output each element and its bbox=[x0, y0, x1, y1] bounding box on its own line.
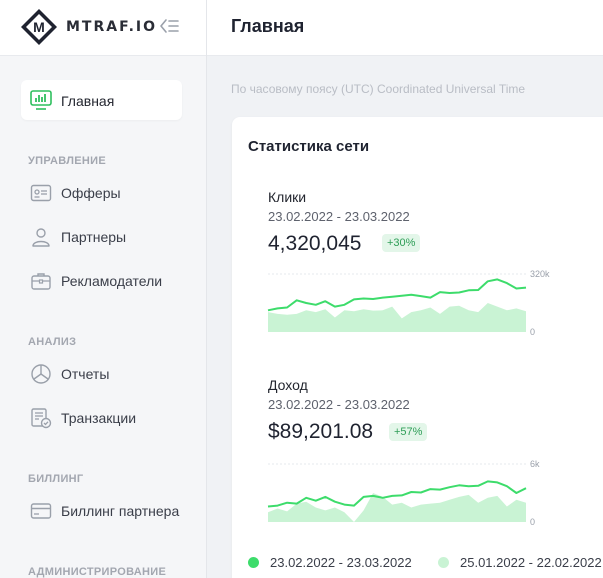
revenue-label: Доход bbox=[268, 377, 308, 393]
legend-label: 23.02.2022 - 23.03.2022 bbox=[270, 555, 412, 570]
section-title-billing: БИЛЛИНГ bbox=[28, 473, 84, 485]
sidebar-item-label: Партнеры bbox=[61, 229, 127, 245]
revenue-chart: 6k 0 bbox=[267, 459, 540, 527]
series-area-previous bbox=[268, 303, 526, 332]
brand-name: MTRAF.IO bbox=[66, 19, 158, 35]
sidebar-item-transactions[interactable]: Транзакции bbox=[21, 400, 193, 436]
user-icon bbox=[32, 228, 50, 247]
legend-dot-current bbox=[248, 557, 259, 568]
y-tick-max: 320k bbox=[530, 269, 550, 279]
sidebar-item-label: Транзакции bbox=[61, 410, 137, 426]
clicks-label: Клики bbox=[268, 189, 307, 205]
page-title: Главная bbox=[231, 16, 305, 36]
clicks-value: 4,320,045 bbox=[268, 232, 362, 255]
legend-item-previous[interactable]: 25.01.2022 - 22.02.2022 bbox=[438, 555, 602, 570]
y-tick-min: 0 bbox=[530, 327, 535, 337]
sidebar: M MTRAF.IO Главная УПРАВЛЕНИЕ Офферы Пар… bbox=[0, 0, 207, 578]
svg-text:M: M bbox=[33, 19, 45, 35]
sidebar-item-partners[interactable]: Партнеры bbox=[21, 219, 193, 255]
receipt-check-icon bbox=[31, 408, 52, 429]
sidebar-item-label: Офферы bbox=[61, 185, 121, 201]
sidebar-item-label: Главная bbox=[61, 93, 115, 109]
revenue-date-range: 23.02.2022 - 23.03.2022 bbox=[268, 397, 410, 412]
monitor-chart-icon bbox=[30, 90, 52, 110]
credit-card-icon bbox=[30, 503, 52, 519]
top-header: Главная bbox=[207, 0, 603, 56]
section-title-analysis: АНАЛИЗ bbox=[28, 336, 77, 348]
card-title: Статистика сети bbox=[248, 138, 370, 155]
section-title-administration: АДМИНИСТРИРОВАНИЕ bbox=[28, 566, 167, 578]
legend-label: 25.01.2022 - 22.02.2022 bbox=[460, 555, 602, 570]
sidebar-item-reports[interactable]: Отчеты bbox=[21, 356, 193, 392]
legend-item-current[interactable]: 23.02.2022 - 23.03.2022 bbox=[248, 555, 412, 570]
sidebar-item-partner-billing[interactable]: Биллинг партнера bbox=[21, 493, 193, 529]
section-title-management: УПРАВЛЕНИЕ bbox=[28, 155, 106, 167]
clicks-chart: 320k 0 bbox=[267, 269, 550, 337]
legend-dot-previous bbox=[438, 557, 449, 568]
sidebar-item-label: Рекламодатели bbox=[61, 273, 163, 289]
briefcase-icon bbox=[31, 273, 51, 290]
revenue-value: $89,201.08 bbox=[268, 420, 374, 443]
collapse-sidebar-icon[interactable] bbox=[158, 16, 180, 36]
y-tick-max: 6k bbox=[530, 459, 540, 469]
logo-icon[interactable]: M bbox=[20, 8, 58, 46]
id-card-icon bbox=[30, 184, 52, 202]
pie-chart-icon bbox=[31, 364, 51, 384]
revenue-change-badge: +57% bbox=[389, 423, 428, 441]
clicks-change-badge: +30% bbox=[382, 234, 421, 252]
sidebar-item-advertisers[interactable]: Рекламодатели bbox=[21, 263, 193, 299]
sidebar-item-label: Отчеты bbox=[61, 366, 110, 382]
sidebar-item-home[interactable]: Главная bbox=[21, 80, 182, 120]
sidebar-item-label: Биллинг партнера bbox=[61, 503, 180, 519]
brand-bar: M MTRAF.IO bbox=[0, 0, 206, 56]
sidebar-item-offers[interactable]: Офферы bbox=[21, 175, 193, 211]
y-tick-min: 0 bbox=[530, 517, 535, 527]
clicks-date-range: 23.02.2022 - 23.03.2022 bbox=[268, 209, 410, 224]
timezone-note: По часовому поясу (UTC) Coordinated Univ… bbox=[231, 82, 526, 96]
